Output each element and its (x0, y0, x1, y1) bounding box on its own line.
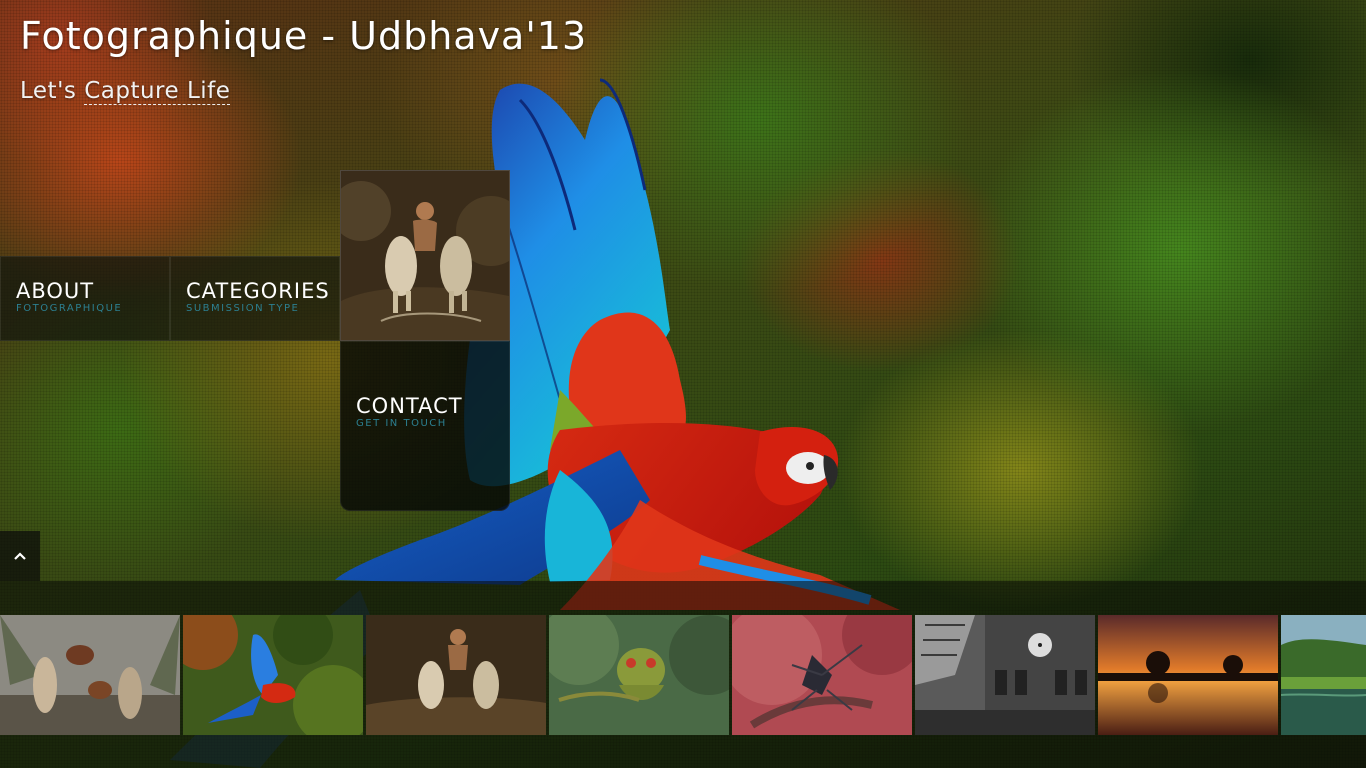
gallery-thumbnail-3[interactable] (366, 615, 546, 735)
bull-race-thumb-photo (366, 615, 546, 735)
contact-tile-subtitle: GET IN TOUCH (356, 418, 447, 429)
mantis-macro-photo (732, 615, 912, 735)
rooster-fight-photo (0, 615, 180, 735)
site-title: Fotographique - Udbhava'13 (20, 14, 588, 58)
contact-tile-title: CONTACT (356, 394, 463, 418)
gallery-thumbnail-8[interactable] (1281, 615, 1366, 735)
clock-tower-bw-photo (915, 615, 1095, 735)
about-tile-title: ABOUT (16, 279, 95, 303)
green-lake-photo (1281, 615, 1366, 735)
chevron-up-icon (14, 552, 26, 560)
categories-tile-title: CATEGORIES (186, 279, 330, 303)
gallery-thumbnail-6[interactable] (915, 615, 1095, 735)
gallery-thumbnail-5[interactable] (732, 615, 912, 735)
about-tile[interactable]: ABOUT FOTOGRAPHIQUE (0, 256, 170, 341)
gallery-thumbnail-4[interactable] (549, 615, 729, 735)
macaw-flight-photo (183, 615, 363, 735)
categories-tile-subtitle: SUBMISSION TYPE (186, 303, 300, 314)
scroll-up-button[interactable] (0, 531, 40, 581)
tagline-prefix: Let's (20, 78, 77, 104)
about-tile-subtitle: FOTOGRAPHIQUE (16, 303, 123, 314)
categories-tile[interactable]: CATEGORIES SUBMISSION TYPE (170, 256, 340, 341)
tagline: Let's Capture Life (20, 78, 231, 105)
lizard-closeup-photo (549, 615, 729, 735)
contact-tile[interactable]: CONTACT GET IN TOUCH (340, 341, 510, 511)
featured-photo-tile[interactable] (331, 170, 526, 351)
gallery-thumbnail-2[interactable] (183, 615, 363, 735)
bull-race-photo (331, 171, 526, 351)
capture-life-link[interactable]: Capture Life (84, 78, 231, 105)
gallery-thumbnail-7[interactable] (1098, 615, 1278, 735)
sunset-trees-photo (1098, 615, 1278, 735)
gallery-thumbnail-1[interactable] (0, 615, 180, 735)
